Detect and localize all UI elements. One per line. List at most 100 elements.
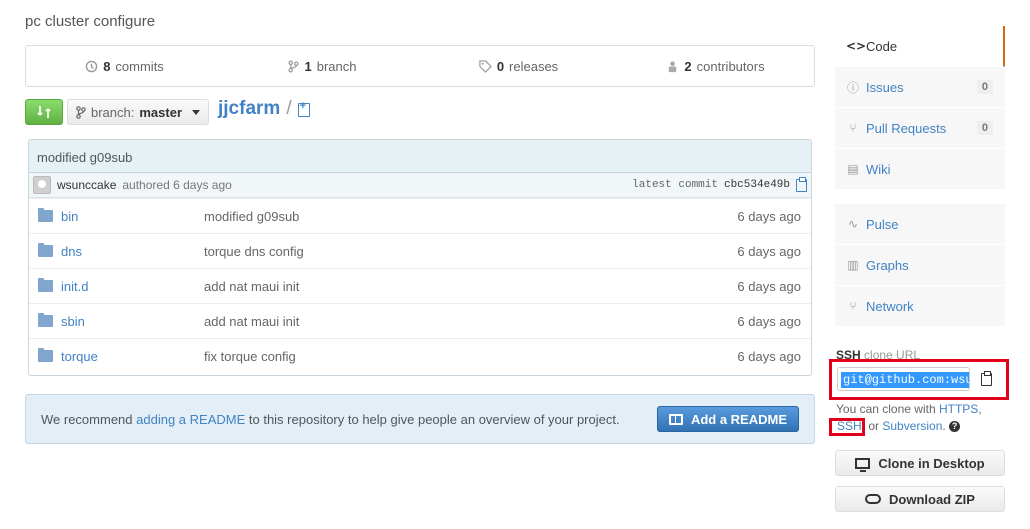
pull-requests-counter: 0 xyxy=(976,121,993,135)
desktop-icon xyxy=(855,457,871,472)
file-commit-message[interactable]: fix torque config xyxy=(204,349,737,364)
sidebar-item-wiki[interactable]: ▤ Wiki xyxy=(835,149,1005,190)
history-icon xyxy=(85,60,98,72)
repo-stats-bar: 8 commits 1 branch 0 releases 2 contribu… xyxy=(25,45,815,87)
readme-text-before: We recommend xyxy=(41,411,137,427)
clone-https-link[interactable]: HTTPS xyxy=(939,402,978,416)
releases-stat[interactable]: 0 releases xyxy=(420,59,617,74)
download-zip-label: Download ZIP xyxy=(889,491,975,507)
file-name-link[interactable]: sbin xyxy=(61,314,204,329)
sidebar-item-label: Pulse xyxy=(866,216,899,232)
commit-author-link[interactable]: wsunccake xyxy=(57,178,116,192)
folder-icon xyxy=(38,208,53,222)
file-name-link[interactable]: bin xyxy=(61,209,204,224)
sidebar-item-pull-requests[interactable]: ⑂ Pull Requests 0 xyxy=(835,108,1005,149)
nav-group-insights: ∿ Pulse ▥ Graphs ⑂ Network xyxy=(835,204,1005,327)
repo-root-link[interactable]: jjcfarm xyxy=(218,98,280,120)
nav-group-main: <> Code ⓘ Issues 0 ⑂ Pull Requests 0 ▤ W… xyxy=(835,26,1005,190)
file-row: init.d add nat maui init 6 days ago xyxy=(29,268,811,303)
add-readme-button[interactable]: Add a README xyxy=(656,406,799,432)
clipboard-icon[interactable] xyxy=(796,176,807,192)
code-icon: <> xyxy=(846,39,867,53)
branch-icon xyxy=(287,60,299,72)
commits-count: 8 xyxy=(103,58,111,74)
chevron-down-icon xyxy=(192,109,200,115)
cloud-download-icon xyxy=(865,494,882,504)
releases-count: 0 xyxy=(496,58,505,74)
file-name-link[interactable]: torque xyxy=(61,349,204,364)
commit-sha-link[interactable]: cbc534e49b xyxy=(724,179,790,191)
clone-period: . xyxy=(942,419,946,433)
folder-icon xyxy=(38,313,53,327)
compare-review-button[interactable] xyxy=(25,99,63,125)
folder-icon xyxy=(38,243,53,257)
sidebar-item-label: Issues xyxy=(866,79,904,95)
repo-sidebar-nav: <> Code ⓘ Issues 0 ⑂ Pull Requests 0 ▤ W… xyxy=(835,26,1005,327)
new-file-icon[interactable] xyxy=(297,100,310,117)
readme-recommendation-banner: We recommend adding a README to this rep… xyxy=(25,394,815,444)
file-commit-message[interactable]: add nat maui init xyxy=(204,279,737,294)
file-commit-message[interactable]: add nat maui init xyxy=(204,314,737,329)
issues-counter: 0 xyxy=(976,80,993,94)
contributors-label: contributors xyxy=(696,58,765,74)
add-readme-link[interactable]: adding a README xyxy=(136,412,245,427)
branch-count: 1 xyxy=(304,58,312,74)
sidebar-item-code[interactable]: <> Code xyxy=(835,26,1005,67)
contributors-count: 2 xyxy=(684,58,692,74)
file-row: bin modified g09sub 6 days ago xyxy=(29,198,811,233)
branch-name: master xyxy=(139,104,183,120)
latest-commit-message[interactable]: modified g09sub xyxy=(29,140,811,173)
commits-label: commits xyxy=(115,58,164,74)
file-row: sbin add nat maui init 6 days ago xyxy=(29,303,811,338)
book-icon xyxy=(668,413,683,425)
file-commit-message[interactable]: torque dns config xyxy=(204,244,737,259)
branch-prefix: branch: xyxy=(91,104,135,120)
file-name-link[interactable]: dns xyxy=(61,244,204,259)
branches-stat[interactable]: 1 branch xyxy=(223,59,420,74)
graph-icon: ▥ xyxy=(847,258,859,272)
file-row: dns torque dns config 6 days ago xyxy=(29,233,811,268)
commit-authored-time: authored 6 days ago xyxy=(122,178,232,192)
download-zip-button[interactable]: Download ZIP xyxy=(835,486,1005,512)
clone-in-desktop-label: Clone in Desktop xyxy=(878,455,985,471)
clone-help-prefix: You can clone with xyxy=(836,402,939,416)
nav-divider xyxy=(835,190,1005,204)
sidebar-item-issues[interactable]: ⓘ Issues 0 xyxy=(835,67,1005,108)
sidebar-item-label: Pull Requests xyxy=(866,120,947,136)
add-readme-button-label: Add a README xyxy=(690,411,787,427)
compare-icon xyxy=(37,106,51,118)
clone-subversion-link[interactable]: Subversion xyxy=(882,419,942,433)
file-age: 6 days ago xyxy=(737,208,801,224)
sidebar-item-label: Graphs xyxy=(866,257,909,273)
organization-icon xyxy=(669,60,677,72)
file-age: 6 days ago xyxy=(737,348,801,364)
file-commit-message[interactable]: modified g09sub xyxy=(204,209,737,224)
commits-stat[interactable]: 8 commits xyxy=(26,59,223,74)
file-name-link[interactable]: init.d xyxy=(61,279,204,294)
folder-icon xyxy=(38,278,53,292)
sidebar-item-label: Code xyxy=(866,38,898,54)
branch-selector[interactable]: branch: master xyxy=(67,99,209,125)
pulse-icon: ∿ xyxy=(847,217,859,231)
sidebar-item-pulse[interactable]: ∿ Pulse xyxy=(835,204,1005,245)
avatar[interactable] xyxy=(33,176,51,194)
highlight-box-clone-url xyxy=(829,359,1009,400)
question-icon[interactable]: ? xyxy=(949,421,961,433)
sidebar-item-graphs[interactable]: ▥ Graphs xyxy=(835,245,1005,286)
latest-commit-meta: wsunccake authored 6 days ago latest com… xyxy=(29,173,811,198)
file-age: 6 days ago xyxy=(737,243,801,259)
releases-label: releases xyxy=(509,58,559,74)
repo-description: pc cluster configure xyxy=(25,13,156,30)
network-icon: ⑂ xyxy=(849,299,857,313)
file-navigation-table: modified g09sub wsunccake authored 6 day… xyxy=(28,139,812,376)
file-age: 6 days ago xyxy=(737,278,801,294)
pull-request-icon: ⑂ xyxy=(849,121,857,135)
sidebar-item-network[interactable]: ⑂ Network xyxy=(835,286,1005,327)
branch-icon xyxy=(76,105,86,119)
folder-icon xyxy=(38,348,53,362)
breadcrumb: jjcfarm / xyxy=(218,98,310,120)
sidebar-item-label: Network xyxy=(866,298,914,314)
contributors-stat[interactable]: 2 contributors xyxy=(617,59,814,74)
clone-in-desktop-button[interactable]: Clone in Desktop xyxy=(835,450,1005,476)
clone-comma: , xyxy=(978,402,982,416)
